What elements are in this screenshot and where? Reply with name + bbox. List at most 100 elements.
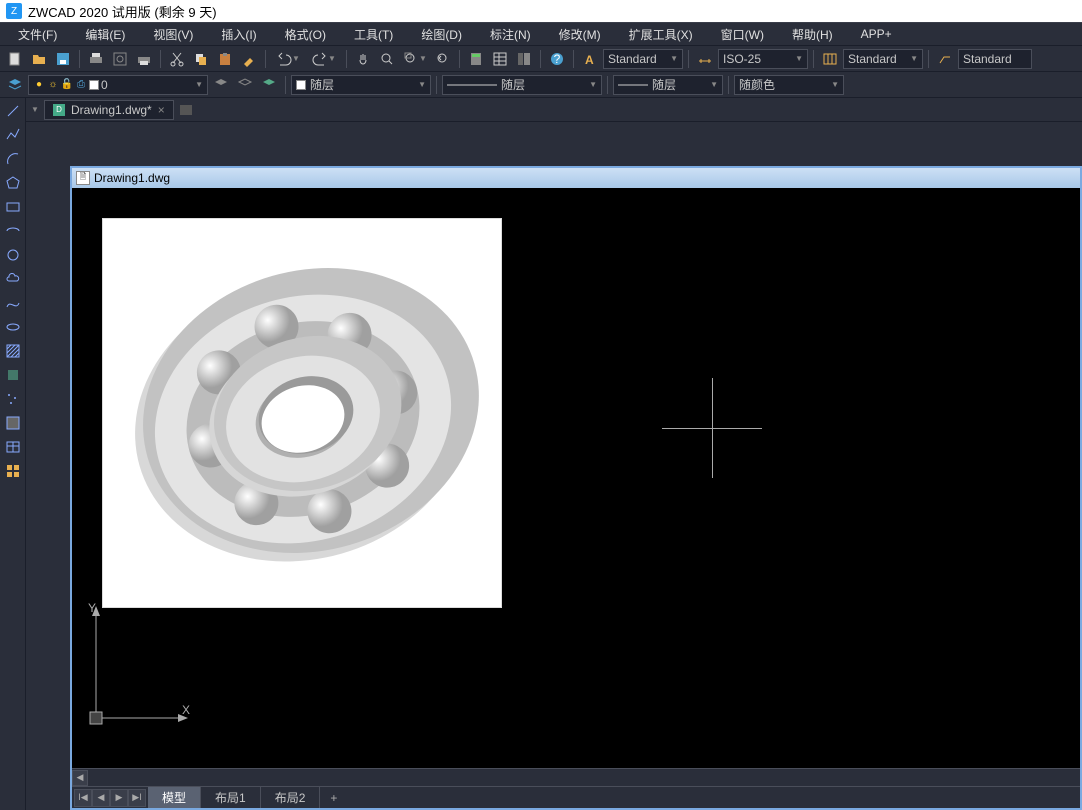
add-layout-button[interactable]: + [320,787,347,808]
pan-button[interactable] [352,48,374,70]
zoom-previous-button[interactable] [432,48,454,70]
polyline-tool[interactable] [2,124,24,146]
chevron-down-icon: ▼ [589,80,597,89]
document-tab-active[interactable]: D Drawing1.dwg* × [44,100,174,120]
axis-x-label: X [182,703,190,717]
separator [346,50,347,68]
calculator-button[interactable] [465,48,487,70]
help-button[interactable]: ? [546,48,568,70]
publish-button[interactable] [133,48,155,70]
dim-style-dropdown[interactable]: ISO-25 ▼ [718,49,808,69]
print-layer-icon: ⎙ [75,79,87,91]
tab-layout2[interactable]: 布局2 [261,787,321,808]
layer-dropdown[interactable]: ● ☼ 🔓 ⎙ 0 ▼ [28,75,208,95]
table-style-icon[interactable] [819,48,841,70]
linetype-dropdown[interactable]: 随层 ▼ [442,75,602,95]
ellipse-arc-tool[interactable] [2,220,24,242]
menu-window[interactable]: 窗口(W) [707,23,778,46]
circle-tool[interactable] [2,244,24,266]
mleader-style-dropdown[interactable]: Standard [958,49,1032,69]
menu-edit[interactable]: 编辑(E) [71,23,139,46]
mleader-style-icon[interactable] [934,48,956,70]
menu-tools[interactable]: 工具(T) [340,23,407,46]
tab-layout1[interactable]: 布局1 [201,787,261,808]
document-area: ▼ D Drawing1.dwg* × 🗎 Drawing1.dwg [26,98,1082,810]
separator [160,50,161,68]
lineweight-dropdown[interactable]: 随层 ▼ [613,75,723,95]
dim-style-icon[interactable] [694,48,716,70]
table-tool[interactable] [2,436,24,458]
zoom-realtime-button[interactable] [376,48,398,70]
layout-tabbar: I◀ ◀ ▶ ▶I 模型 布局1 布局2 + [72,786,1080,808]
line-tool[interactable] [2,100,24,122]
text-style-icon[interactable]: A [579,48,601,70]
inserted-image-bearing[interactable] [102,218,502,608]
plot-color-dropdown[interactable]: 随颜色 ▼ [734,75,844,95]
menu-file[interactable]: 文件(F) [4,23,71,46]
properties-button[interactable] [489,48,511,70]
region-tool[interactable] [2,412,24,434]
ellipse-tool[interactable] [2,316,24,338]
tab-model[interactable]: 模型 [148,787,201,808]
menu-insert[interactable]: 插入(I) [207,23,270,46]
nav-prev-button[interactable]: ◀ [92,789,110,807]
close-tab-icon[interactable]: × [158,103,165,117]
menu-help[interactable]: 帮助(H) [778,23,847,46]
layers-toolbar: ● ☼ 🔓 ⎙ 0 ▼ 随层 ▼ 随层 ▼ 随层 ▼ 随颜色 ▼ [0,72,1082,98]
table-style-dropdown[interactable]: Standard ▼ [843,49,923,69]
menu-view[interactable]: 视图(V) [139,23,207,46]
text-style-dropdown[interactable]: Standard ▼ [603,49,683,69]
zoom-window-button[interactable]: ▼ [400,48,430,70]
point-tool[interactable] [2,388,24,410]
save-button[interactable] [52,48,74,70]
drawing-canvas[interactable]: Y X [72,188,1080,768]
hatch-tool[interactable] [2,340,24,362]
tablist-menu-button[interactable]: ▼ [28,101,42,119]
paste-button[interactable] [214,48,236,70]
cut-button[interactable] [166,48,188,70]
layer-isolate-button[interactable] [258,74,280,96]
menu-format[interactable]: 格式(O) [271,23,340,46]
print-button[interactable] [85,48,107,70]
rectangle-tool[interactable] [2,196,24,218]
separator [265,50,266,68]
lineweight-sample-icon [618,80,648,90]
drawing-window-titlebar[interactable]: 🗎 Drawing1.dwg [72,168,1080,188]
new-button[interactable] [4,48,26,70]
open-button[interactable] [28,48,50,70]
spline-tool[interactable] [2,292,24,314]
redo-button[interactable]: ▼ [307,48,341,70]
design-center-button[interactable] [513,48,535,70]
grid-tool[interactable] [2,460,24,482]
color-dropdown[interactable]: 随层 ▼ [291,75,431,95]
match-properties-button[interactable] [238,48,260,70]
layer-color-swatch [89,80,99,90]
copy-button[interactable] [190,48,212,70]
separator [573,50,574,68]
menu-dimension[interactable]: 标注(N) [476,23,545,46]
menu-extended-tools[interactable]: 扩展工具(X) [615,23,707,46]
axis-y-label: Y [88,602,96,615]
sun-icon: ☼ [47,79,59,91]
layer-state-button[interactable] [234,74,256,96]
menu-draw[interactable]: 绘图(D) [407,23,476,46]
print-preview-button[interactable] [109,48,131,70]
horizontal-scrollbar[interactable]: ◀ [72,768,1080,786]
layer-previous-button[interactable] [210,74,232,96]
new-document-tab-button[interactable] [176,100,196,120]
main-area: ▼ D Drawing1.dwg* × 🗎 Drawing1.dwg [0,98,1082,810]
layer-manager-button[interactable] [4,74,26,96]
polygon-tool[interactable] [2,172,24,194]
nav-next-button[interactable]: ▶ [110,789,128,807]
menu-appplus[interactable]: APP+ [847,24,906,44]
linetype-value: 随层 [501,76,525,93]
nav-last-button[interactable]: ▶I [128,789,146,807]
undo-button[interactable]: ▼ [271,48,305,70]
scroll-left-button[interactable]: ◀ [72,770,88,786]
nav-first-button[interactable]: I◀ [74,789,92,807]
color-swatch [296,80,306,90]
menu-modify[interactable]: 修改(M) [545,23,615,46]
cloud-tool[interactable] [2,268,24,290]
block-tool[interactable] [2,364,24,386]
arc-tool[interactable] [2,148,24,170]
